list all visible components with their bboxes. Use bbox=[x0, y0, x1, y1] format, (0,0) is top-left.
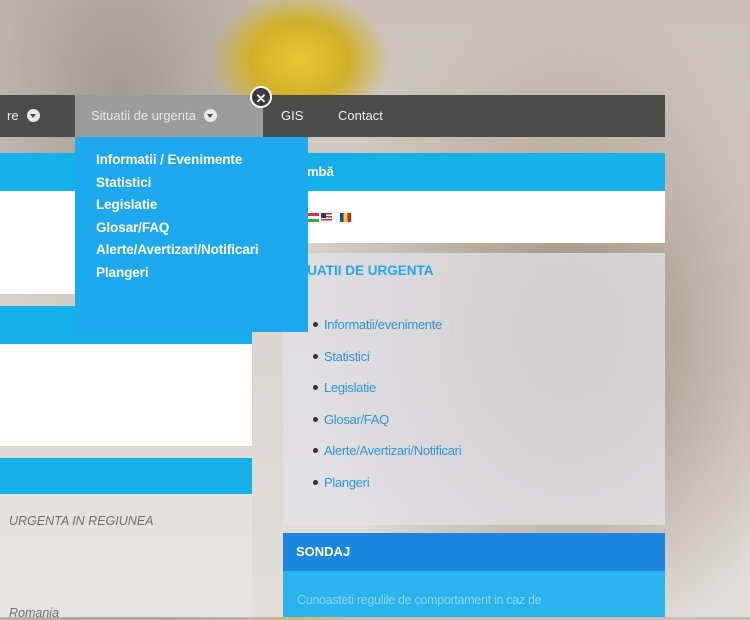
left-region-text: URGENTA IN REGIUNEA bbox=[9, 514, 154, 528]
flag-usa-icon[interactable] bbox=[321, 213, 332, 222]
sondaj-question: Cunoasteti regulile de comportament in c… bbox=[283, 571, 665, 617]
left-country-text: Romania bbox=[9, 606, 60, 620]
bullet-icon bbox=[313, 479, 318, 485]
flag-romania-icon[interactable] bbox=[340, 213, 351, 222]
situatii-dropdown-menu: Informatii / Evenimente Statistici Legis… bbox=[75, 137, 308, 332]
situatii-link-item[interactable]: Legislatie bbox=[313, 377, 461, 409]
situatii-link-label[interactable]: Legislatie bbox=[324, 380, 376, 395]
situatii-link-label[interactable]: Informatii/evenimente bbox=[324, 317, 442, 332]
dropdown-item-informatii[interactable]: Informatii / Evenimente bbox=[96, 149, 308, 172]
nav-item-previous[interactable]: re bbox=[7, 95, 40, 137]
chevron-down-icon[interactable] bbox=[203, 109, 217, 123]
situatii-link-list: Informatii/evenimente Statistici Legisla… bbox=[313, 314, 462, 504]
bullet-icon bbox=[313, 385, 318, 391]
bullet-icon bbox=[313, 322, 318, 328]
situatii-link-item[interactable]: Plangeri bbox=[313, 472, 461, 504]
nav-item-contact[interactable]: Contact bbox=[338, 95, 383, 137]
chevron-down-icon[interactable] bbox=[26, 109, 40, 123]
dropdown-item-legislatie[interactable]: Legislatie bbox=[96, 194, 308, 217]
flag-hungary-icon[interactable] bbox=[308, 213, 319, 222]
left-panel-body-2 bbox=[0, 344, 252, 446]
dropdown-item-glosar[interactable]: Glosar/FAQ bbox=[96, 217, 308, 240]
left-panel-body-3 bbox=[0, 494, 252, 617]
bullet-icon bbox=[313, 448, 318, 454]
nav-item-previous-label[interactable]: re bbox=[7, 108, 19, 123]
nav-item-situatii-de-urgenta[interactable]: Situatii de urgenta bbox=[75, 95, 263, 137]
sondaj-heading: SONDAJ bbox=[283, 533, 665, 571]
situatii-title: TUATII DE URGENTA bbox=[299, 263, 434, 278]
situatii-link-item[interactable]: Statistici bbox=[313, 346, 461, 378]
close-icon[interactable]: ✕ bbox=[250, 86, 272, 108]
nav-item-situatii-label[interactable]: Situatii de urgenta bbox=[91, 108, 196, 123]
dropdown-item-statistici[interactable]: Statistici bbox=[96, 172, 308, 195]
nav-item-gis[interactable]: GIS bbox=[281, 95, 303, 137]
bullet-icon bbox=[313, 353, 318, 359]
situatii-link-label[interactable]: Plangeri bbox=[324, 475, 370, 490]
situatii-link-item[interactable]: Alerte/Avertizari/Notificari bbox=[313, 440, 462, 472]
left-panel-header-3 bbox=[0, 458, 252, 494]
main-nav-bar: re Situatii de urgenta GIS Contact bbox=[0, 95, 665, 137]
situatii-link-label[interactable]: Statistici bbox=[324, 349, 370, 364]
dropdown-item-alerte[interactable]: Alerte/Avertizari/Notificari bbox=[96, 239, 308, 262]
situatii-link-label[interactable]: Alerte/Avertizari/Notificari bbox=[324, 443, 462, 458]
situatii-link-item[interactable]: Informatii/evenimente bbox=[313, 314, 461, 346]
situatii-link-label[interactable]: Glosar/FAQ bbox=[324, 412, 389, 427]
bullet-icon bbox=[313, 416, 318, 422]
language-heading: mbă bbox=[283, 153, 665, 191]
situatii-link-item[interactable]: Glosar/FAQ bbox=[313, 409, 461, 441]
dropdown-item-plangeri[interactable]: Plangeri bbox=[96, 262, 308, 285]
